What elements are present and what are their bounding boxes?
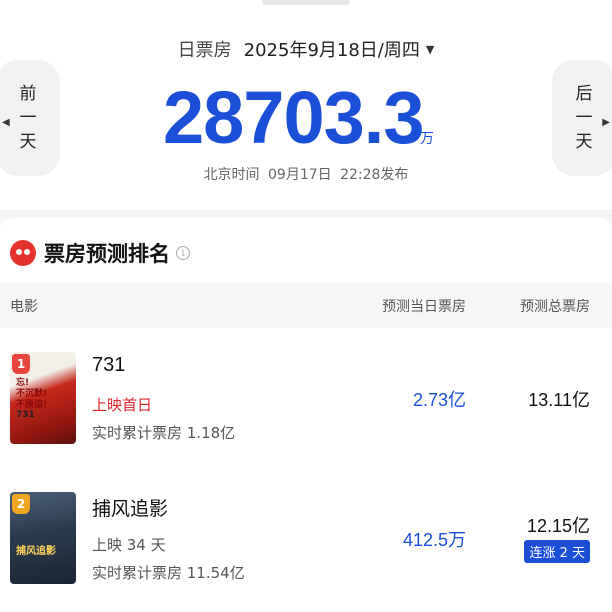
next-day-char: 后: [575, 84, 593, 104]
forecast-day-value: 412.5万: [402, 530, 466, 550]
release-status: 上映 34 天: [92, 536, 166, 554]
next-day-button[interactable]: ▶ 后 一 天: [552, 60, 612, 176]
cumulative-box-office: 实时累计票房 1.18亿: [92, 424, 236, 442]
cat-logo-icon: [10, 240, 36, 266]
film-row[interactable]: 捕风追影 2 捕风追影 上映 34 天 实时累计票房 11.54亿 412.5万…: [0, 482, 612, 602]
column-forecast-day[interactable]: 预测当日票房: [382, 296, 466, 316]
cumulative-box-office: 实时累计票房 11.54亿: [92, 564, 245, 582]
prev-day-char: 天: [19, 132, 37, 152]
forecast-total-value: 13.11亿: [528, 390, 590, 410]
selected-date[interactable]: 2025年9月18日/周四: [244, 36, 420, 62]
next-day-char: 一: [575, 108, 593, 128]
rising-streak-badge: 连涨 2 天: [524, 540, 590, 563]
poster-tagline: 忘! 不沉默! 不原谅!: [16, 378, 47, 411]
poster-title: 731: [16, 410, 35, 420]
release-status: 上映首日: [92, 396, 153, 414]
poster-line: 不沉默!: [16, 389, 48, 399]
panel-heading: 票房预测排名 i: [10, 238, 190, 268]
dropdown-caret-icon[interactable]: ▼: [426, 43, 434, 56]
forecast-total-value: 12.15亿: [526, 516, 590, 536]
poster-title: 捕风追影: [16, 546, 56, 557]
next-day-char: 天: [575, 132, 593, 152]
column-film: 电影: [10, 299, 38, 315]
film-row[interactable]: 忘! 不沉默! 不原谅! 731 1 731 上映首日 实时累计票房 1.18亿…: [0, 342, 612, 462]
rank-badge: 2: [12, 494, 30, 514]
prev-day-char: 前: [19, 84, 37, 104]
total-box-office-value: 28703.3: [163, 76, 424, 159]
daily-box-office-header: 日票房 2025年9月18日/周四 ▼ ◀ 前 一 天 ▶ 后 一 天 2870…: [0, 0, 612, 210]
column-forecast-total[interactable]: 预测总票房: [520, 296, 590, 316]
publish-time: 北京时间 09月17日 22:28发布: [203, 167, 409, 183]
forecast-day-value: 2.73亿: [412, 390, 466, 410]
daily-box-office-label: 日票房: [177, 40, 232, 61]
total-box-office-unit: 万: [420, 131, 434, 147]
film-title[interactable]: 捕风追影: [92, 494, 168, 521]
poster-line: 忘!: [16, 378, 30, 388]
panel-title: 票房预测排名: [44, 242, 170, 266]
info-icon[interactable]: i: [176, 246, 190, 260]
forecast-ranking-panel: 票房预测排名 i 电影 预测当日票房 预测总票房 忘! 不沉默! 不原谅! 73…: [0, 218, 612, 612]
poster-line: 不原谅!: [16, 400, 48, 410]
prev-day-char: 一: [19, 108, 37, 128]
right-arrow-icon: ▶: [602, 117, 610, 128]
date-selector[interactable]: 日票房 2025年9月18日/周四 ▼: [0, 36, 612, 62]
film-title[interactable]: 731: [92, 354, 125, 377]
table-header: 电影 预测当日票房 预测总票房: [0, 282, 612, 328]
prev-day-button[interactable]: ◀ 前 一 天: [0, 60, 60, 176]
left-arrow-icon: ◀: [2, 117, 10, 128]
rank-badge: 1: [12, 354, 30, 374]
drag-handle[interactable]: [262, 0, 350, 5]
